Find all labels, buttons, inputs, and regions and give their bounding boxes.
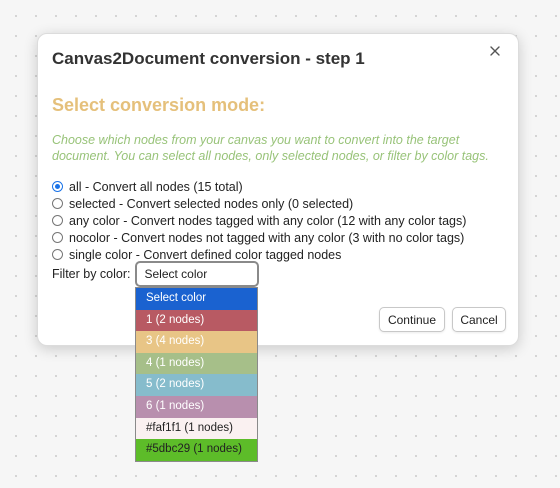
- mode-description: Choose which nodes from your canvas you …: [52, 133, 489, 163]
- option-any-color[interactable]: any color - Convert nodes tagged with an…: [52, 212, 466, 229]
- option-nocolor-label: nocolor - Convert nodes not tagged with …: [69, 230, 465, 245]
- dropdown-option[interactable]: #5dbc29 (1 nodes): [136, 439, 257, 461]
- dropdown-option[interactable]: 3 (4 nodes): [136, 331, 257, 353]
- option-single-color-label: single color - Convert defined color tag…: [69, 247, 342, 262]
- option-nocolor[interactable]: nocolor - Convert nodes not tagged with …: [52, 229, 466, 246]
- dropdown-option[interactable]: 1 (2 nodes): [136, 309, 257, 332]
- option-all[interactable]: all - Convert all nodes (15 total): [52, 178, 466, 195]
- cancel-button[interactable]: Cancel: [452, 307, 506, 332]
- dropdown-option[interactable]: Select color: [136, 288, 257, 310]
- continue-button[interactable]: Continue: [379, 307, 445, 332]
- dropdown-option[interactable]: 5 (2 nodes): [136, 374, 257, 396]
- color-filter-row: Filter by color: Select color: [52, 261, 259, 287]
- option-selected[interactable]: selected - Convert selected nodes only (…: [52, 195, 466, 212]
- radio-any-color[interactable]: [52, 215, 63, 226]
- radio-all[interactable]: [52, 181, 63, 192]
- modal-title: Canvas2Document conversion - step 1: [52, 49, 365, 68]
- option-selected-label: selected - Convert selected nodes only (…: [69, 196, 354, 211]
- radio-nocolor[interactable]: [52, 232, 63, 243]
- option-all-label: all - Convert all nodes (15 total): [69, 179, 243, 194]
- color-filter-select[interactable]: Select color: [134, 261, 259, 287]
- dropdown-option[interactable]: 6 (1 nodes): [136, 395, 257, 418]
- filter-label: Filter by color:: [52, 267, 131, 281]
- dropdown-option[interactable]: #faf1f1 (1 nodes): [136, 417, 257, 440]
- close-icon: [490, 46, 500, 56]
- radio-selected[interactable]: [52, 198, 63, 209]
- conversion-modal: Canvas2Document conversion - step 1 Sele…: [37, 33, 519, 346]
- close-button[interactable]: [486, 42, 504, 60]
- section-heading: Select conversion mode:: [52, 95, 266, 115]
- color-dropdown-list: Select color 1 (2 nodes) 3 (4 nodes) 4 (…: [135, 287, 258, 462]
- mode-options: all - Convert all nodes (15 total) selec…: [52, 178, 466, 263]
- radio-single-color[interactable]: [52, 249, 63, 260]
- dropdown-option[interactable]: 4 (1 nodes): [136, 352, 257, 375]
- option-any-color-label: any color - Convert nodes tagged with an…: [69, 213, 467, 228]
